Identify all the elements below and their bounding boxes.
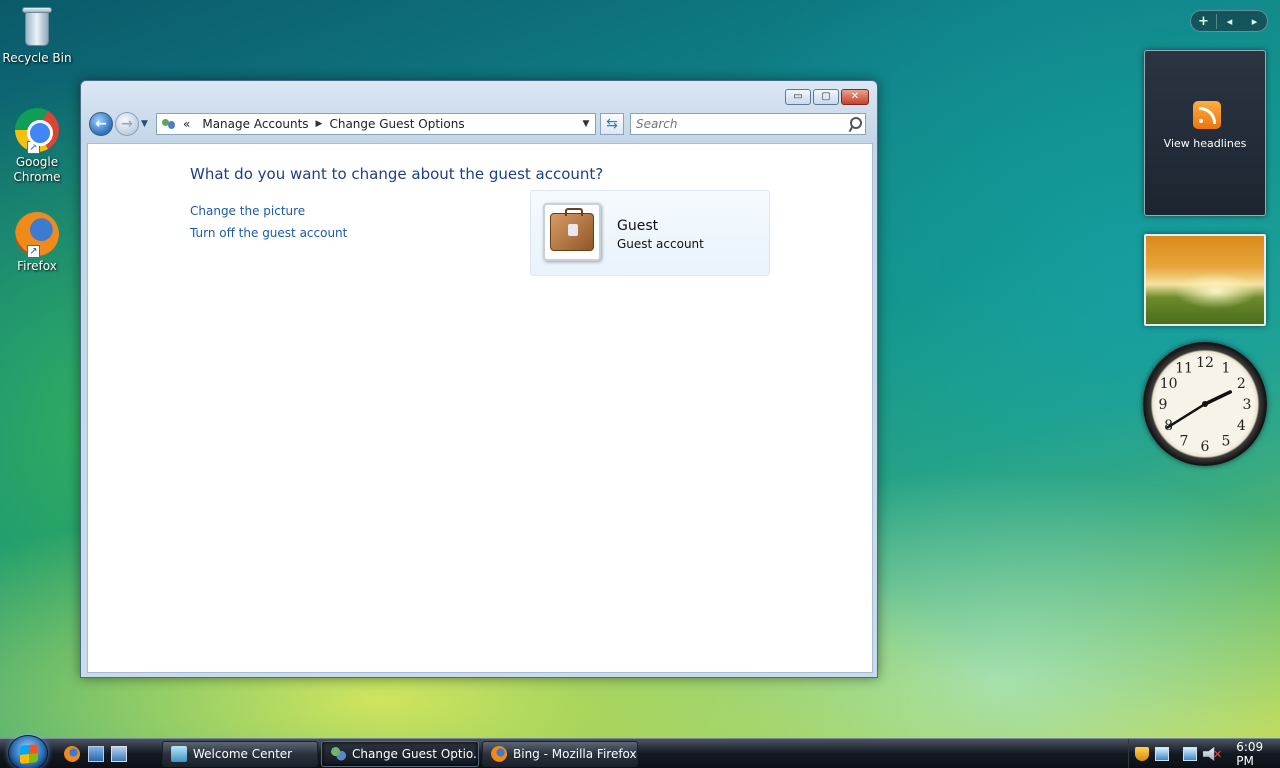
content-pane: What do you want to change about the gue… bbox=[87, 143, 873, 673]
show-desktop-icon[interactable] bbox=[88, 746, 104, 762]
desktop-icon-recycle-bin[interactable]: Recycle Bin bbox=[0, 4, 74, 66]
forward-button[interactable]: → bbox=[115, 112, 139, 136]
chevron-down-icon: ▼ bbox=[141, 119, 148, 129]
clock-number: 6 bbox=[1201, 439, 1210, 455]
add-gadget-button[interactable]: + bbox=[1191, 13, 1217, 29]
maximize-button[interactable]: ▢ bbox=[813, 89, 839, 105]
clock-number: 2 bbox=[1237, 376, 1246, 392]
forward-arrow-icon: → bbox=[121, 116, 133, 132]
system-tray: ✕ 6:09 PM bbox=[1128, 739, 1280, 768]
start-button[interactable] bbox=[8, 735, 48, 768]
windows-logo-icon bbox=[20, 744, 38, 764]
breadcrumb-manage-accounts[interactable]: Manage Accounts bbox=[202, 117, 308, 131]
firefox-icon bbox=[491, 746, 507, 762]
breadcrumb-overflow[interactable]: « bbox=[183, 117, 190, 131]
back-arrow-icon: ← bbox=[95, 116, 107, 132]
desktop-icon-label: Recycle Bin bbox=[2, 51, 72, 65]
previous-page-button[interactable]: ◂ bbox=[1217, 15, 1242, 28]
navigation-bar: ← → ▼ « Manage Accounts ▶ Change Guest O… bbox=[89, 111, 869, 137]
avatar bbox=[543, 203, 601, 261]
user-accounts-icon bbox=[330, 746, 346, 762]
clock-number: 12 bbox=[1196, 355, 1214, 371]
search-box bbox=[630, 113, 866, 135]
clock-gadget[interactable]: 121234567891011 bbox=[1143, 342, 1267, 466]
taskbar-button-label: Change Guest Optio... bbox=[352, 747, 479, 761]
turn-off-guest-link[interactable]: Turn off the guest account bbox=[190, 226, 347, 240]
feed-headlines-gadget[interactable]: View headlines bbox=[1144, 50, 1266, 216]
display-icon[interactable] bbox=[1183, 747, 1197, 761]
taskbar-button-label: Bing - Mozilla Firefox bbox=[513, 747, 637, 761]
chrome-icon: ↗ bbox=[15, 108, 59, 154]
quicklaunch-firefox-icon[interactable] bbox=[64, 746, 80, 762]
desktop-icon-label: Firefox bbox=[17, 259, 57, 273]
clock-hour-hand bbox=[1203, 390, 1233, 406]
control-panel-window: ▭ ▢ ✕ ← → ▼ « Manage Accounts ▶ Change G… bbox=[80, 80, 878, 678]
minimize-button[interactable]: ▭ bbox=[785, 89, 811, 105]
address-bar[interactable]: « Manage Accounts ▶ Change Guest Options… bbox=[156, 113, 596, 135]
search-icon[interactable] bbox=[845, 114, 865, 134]
clock-number: 9 bbox=[1159, 397, 1168, 413]
guest-account-card: Guest Guest account bbox=[530, 190, 770, 276]
sidebar-controls: + ◂ ▸ bbox=[1190, 10, 1268, 32]
close-button[interactable]: ✕ bbox=[841, 89, 869, 105]
refresh-icon: ⇆ bbox=[606, 116, 618, 132]
next-page-button[interactable]: ▸ bbox=[1242, 15, 1267, 28]
breadcrumb-change-guest-options[interactable]: Change Guest Options bbox=[329, 117, 464, 131]
account-type: Guest account bbox=[617, 237, 704, 251]
taskbar-button-welcome-center[interactable]: Welcome Center bbox=[162, 741, 318, 767]
taskbar-button-firefox[interactable]: Bing - Mozilla Firefox bbox=[482, 741, 638, 767]
change-picture-link[interactable]: Change the picture bbox=[190, 204, 305, 218]
recycle-bin-icon bbox=[21, 4, 53, 48]
firefox-icon: ↗ bbox=[15, 212, 59, 258]
desktop-icon-google-chrome[interactable]: ↗ Google Chrome bbox=[0, 108, 74, 185]
clock-number: 3 bbox=[1243, 397, 1252, 413]
briefcase-icon bbox=[550, 208, 594, 251]
clock-center-pin bbox=[1202, 401, 1208, 407]
address-dropdown[interactable]: ▼ bbox=[577, 119, 595, 129]
chevron-down-icon: ▼ bbox=[582, 119, 590, 129]
search-input[interactable] bbox=[636, 117, 845, 131]
clock-face: 121234567891011 bbox=[1159, 355, 1252, 455]
taskbar-button-change-guest-options[interactable]: Change Guest Optio... bbox=[321, 741, 479, 767]
network-icon[interactable] bbox=[1155, 747, 1169, 761]
taskbar: Welcome Center Change Guest Optio... Bin… bbox=[0, 735, 1280, 768]
clock-number: 4 bbox=[1237, 418, 1246, 434]
mute-icon: ✕ bbox=[1213, 747, 1223, 761]
back-button[interactable]: ← bbox=[89, 112, 113, 136]
switch-windows-icon[interactable] bbox=[111, 746, 127, 762]
account-name: Guest bbox=[617, 218, 659, 234]
clock-number: 11 bbox=[1175, 361, 1193, 377]
desktop-icon-firefox[interactable]: ↗ Firefox bbox=[0, 212, 74, 274]
breadcrumb-separator-icon[interactable]: ▶ bbox=[316, 119, 323, 129]
taskbar-button-label: Welcome Center bbox=[193, 747, 293, 761]
clock-number: 7 bbox=[1180, 433, 1189, 449]
welcome-center-icon bbox=[171, 746, 187, 762]
clock-number: 1 bbox=[1222, 361, 1231, 377]
recent-pages-dropdown[interactable]: ▼ bbox=[141, 119, 153, 129]
security-shield-icon[interactable] bbox=[1135, 747, 1149, 761]
view-headlines-label: View headlines bbox=[1163, 137, 1247, 150]
clock-time[interactable]: 6:09 PM bbox=[1236, 740, 1280, 768]
clock-number: 10 bbox=[1160, 376, 1178, 392]
refresh-button[interactable]: ⇆ bbox=[600, 113, 624, 135]
rss-icon bbox=[1193, 101, 1221, 129]
slideshow-gadget[interactable] bbox=[1144, 234, 1266, 326]
clock-number: 5 bbox=[1222, 433, 1231, 449]
window-controls: ▭ ▢ ✕ bbox=[785, 89, 869, 105]
clock-minute-hand bbox=[1166, 402, 1207, 429]
page-title: What do you want to change about the gue… bbox=[190, 165, 604, 183]
user-accounts-icon bbox=[161, 117, 177, 131]
desktop-icon-label: Google Chrome bbox=[13, 155, 61, 184]
